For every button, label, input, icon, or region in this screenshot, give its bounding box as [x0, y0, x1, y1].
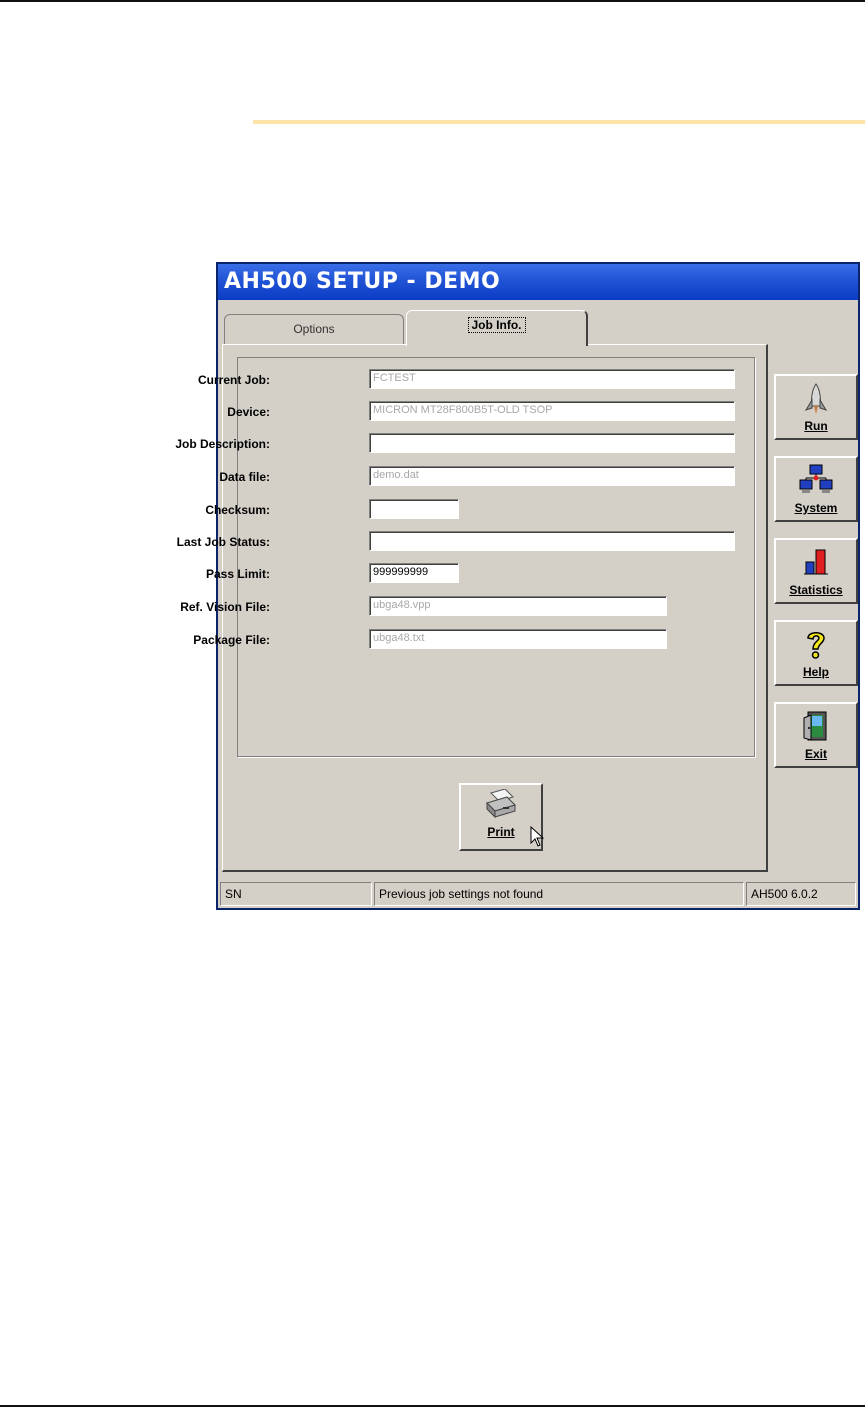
data-file-field[interactable]: demo.dat	[369, 466, 735, 486]
package-file-label: Package File:	[193, 633, 270, 647]
ref-vision-file-label: Ref. Vision File:	[180, 600, 270, 614]
package-file-field[interactable]: ubga48.txt	[369, 629, 667, 649]
printer-icon	[483, 788, 519, 824]
run-button[interactable]: Run	[774, 374, 858, 440]
statistics-button[interactable]: Statistics	[774, 538, 858, 604]
page-top-rule	[0, 0, 865, 2]
ref-vision-file-field[interactable]: ubga48.vpp	[369, 596, 667, 616]
bar-chart-icon	[803, 546, 829, 579]
mouse-cursor-icon	[530, 826, 545, 847]
setup-window: AH500 SETUP - DEMO Options Job Info. Cur…	[175, 262, 860, 910]
run-button-label: Run	[804, 419, 828, 433]
data-file-label: Data file:	[219, 470, 270, 484]
section-accent-bar	[253, 120, 865, 124]
current-job-label: Current Job:	[198, 373, 270, 387]
rocket-icon	[803, 382, 829, 419]
help-button[interactable]: Help	[774, 620, 858, 686]
statistics-button-label: Statistics	[789, 583, 843, 597]
last-job-status-label: Last Job Status:	[176, 535, 270, 549]
job-description-label: Job Description:	[175, 437, 270, 451]
question-mark-icon	[803, 628, 829, 663]
tab-job-info-label: Job Info.	[467, 317, 526, 333]
device-label: Device:	[227, 405, 270, 419]
pass-limit-label: Pass Limit:	[205, 567, 270, 581]
status-version: AH500 6.0.2	[746, 882, 856, 906]
tab-options[interactable]: Options	[224, 314, 404, 344]
job-description-field[interactable]	[369, 433, 735, 453]
job-info-panel: Current Job: FCTEST Device: MICRON MT28F…	[175, 344, 768, 872]
print-button-label: Print	[487, 825, 515, 839]
checksum-field[interactable]	[369, 499, 459, 519]
current-job-field[interactable]: FCTEST	[369, 369, 735, 389]
help-button-label: Help	[802, 665, 829, 679]
door-exit-icon	[802, 710, 830, 745]
status-message: Previous job settings not found	[374, 882, 744, 906]
checksum-label: Checksum:	[205, 503, 270, 517]
system-button[interactable]: System	[774, 456, 858, 522]
tab-job-info[interactable]: Job Info.	[406, 310, 588, 346]
window-title: AH500 SETUP - DEMO	[224, 269, 501, 294]
status-left: SN	[220, 882, 372, 906]
exit-button[interactable]: Exit	[774, 702, 858, 768]
pass-limit-field[interactable]: 999999999	[369, 563, 459, 583]
device-field[interactable]: MICRON MT28F800B5T-OLD TSOP	[369, 401, 735, 421]
exit-button-label: Exit	[804, 747, 827, 761]
last-job-status-field[interactable]	[369, 531, 735, 551]
system-button-label: System	[794, 501, 838, 515]
status-bar: SN Previous job settings not found AH500…	[218, 880, 858, 908]
network-computers-icon	[798, 464, 834, 499]
title-bar: AH500 SETUP - DEMO	[218, 264, 858, 300]
